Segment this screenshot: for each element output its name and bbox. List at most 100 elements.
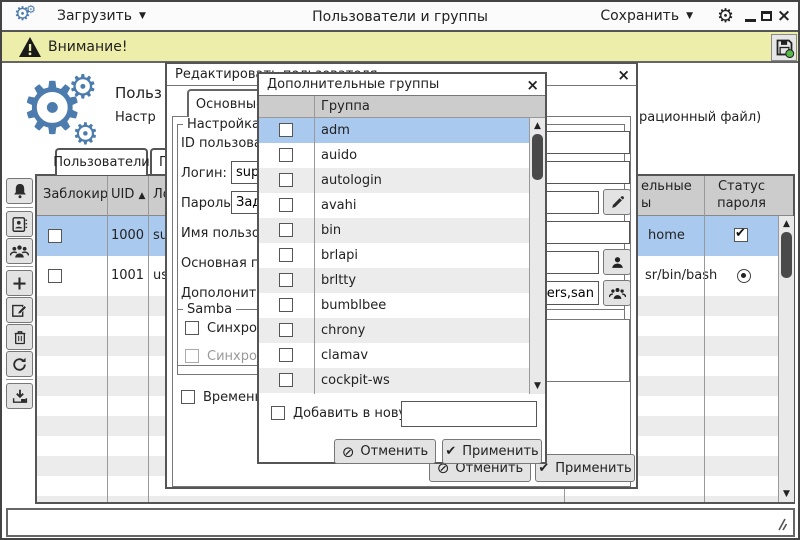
group-name: bin xyxy=(321,223,341,238)
groups-vertical-scrollbar[interactable]: ▲ ▼ xyxy=(529,118,545,394)
group-row[interactable]: autologin xyxy=(259,168,545,193)
group-checkbox[interactable] xyxy=(279,198,293,212)
resize-grip-icon[interactable] xyxy=(771,517,787,531)
settings-gear-icon[interactable]: ⚙ xyxy=(717,5,734,27)
group-row[interactable]: auido xyxy=(259,143,545,168)
group-checkbox[interactable] xyxy=(279,348,293,362)
warning-text: Внимание! xyxy=(48,39,127,55)
cell-uid: 1000 xyxy=(107,228,148,243)
group-row[interactable]: bumblbee xyxy=(259,293,545,318)
temporary-checkbox[interactable] xyxy=(181,390,195,404)
minimize-button[interactable] xyxy=(742,8,758,24)
group-row[interactable]: brlapi xyxy=(259,243,545,268)
tab-users-label: Пользователи xyxy=(53,155,150,170)
group-row[interactable]: cockpit-ws xyxy=(259,368,545,393)
save-file-button[interactable] xyxy=(771,34,797,61)
load-menu[interactable]: Загрузить ▼ xyxy=(57,8,146,24)
group-checkbox[interactable] xyxy=(279,248,293,262)
col-header-extra-groups-line1[interactable]: ельные xyxy=(641,179,692,194)
group-checkbox[interactable] xyxy=(279,298,293,312)
group-row[interactable]: clamav xyxy=(259,343,545,368)
edit-apply-button[interactable]: ✔ Применить xyxy=(535,454,635,482)
group-name: chrony xyxy=(321,323,365,338)
group-checkbox[interactable] xyxy=(279,323,293,337)
bell-icon xyxy=(11,182,29,200)
samba-sync-checkbox[interactable] xyxy=(185,321,199,335)
user-account-button[interactable] xyxy=(6,211,33,237)
group-row[interactable]: chrony xyxy=(259,318,545,343)
col-header-status-line1[interactable]: Статус xyxy=(704,179,779,194)
edit-pencil-icon xyxy=(11,302,28,319)
app-logo-gear-icon: ⚙ xyxy=(68,70,98,103)
additional-groups-dialog: Дополнительные группы × Группа admauidoa… xyxy=(257,72,547,464)
scroll-down-icon[interactable]: ▼ xyxy=(779,489,794,499)
table-vertical-scrollbar[interactable]: ▲ ▼ xyxy=(778,216,794,502)
warning-triangle-icon xyxy=(18,36,42,58)
cell-path-fragment: home xyxy=(648,228,685,243)
group-name: autologin xyxy=(321,173,382,188)
row-checkbox[interactable] xyxy=(48,269,62,283)
close-icon[interactable]: × xyxy=(526,76,539,94)
cell-path-fragment: sr/bin/bash xyxy=(645,268,717,283)
add-user-button[interactable] xyxy=(6,270,33,296)
password-status-checked[interactable]: ✔ xyxy=(734,228,748,242)
download-icon xyxy=(11,388,29,405)
scrollbar-thumb[interactable] xyxy=(532,134,543,180)
app-window: ⚙⚙ Загрузить ▼ Пользователи и группы Сох… xyxy=(0,0,800,540)
group-checkbox[interactable] xyxy=(279,173,293,187)
refresh-button[interactable] xyxy=(6,351,33,377)
close-icon: × xyxy=(777,8,791,25)
group-row[interactable]: bin xyxy=(259,218,545,243)
groups-dialog-titlebar: Дополнительные группы × xyxy=(259,74,545,96)
group-checkbox[interactable] xyxy=(279,273,293,287)
delete-user-button[interactable] xyxy=(6,324,33,350)
close-button[interactable]: × xyxy=(776,8,792,24)
groups-apply-button[interactable]: ✔ Применить xyxy=(442,439,542,464)
maximize-button[interactable] xyxy=(758,8,774,24)
edit-password-button[interactable] xyxy=(603,189,631,215)
group-name: brltty xyxy=(321,273,356,288)
scroll-down-icon[interactable]: ▼ xyxy=(530,381,545,391)
col-header-locked[interactable]: Заблокир xyxy=(43,187,108,202)
person-icon xyxy=(610,255,625,270)
close-icon[interactable]: × xyxy=(617,66,630,84)
add-new-group-input[interactable] xyxy=(401,401,537,427)
group-row[interactable]: avahi xyxy=(259,193,545,218)
groups-dialog-title: Дополнительные группы xyxy=(267,77,439,92)
group-checkbox[interactable] xyxy=(279,123,293,137)
password-status-radio[interactable] xyxy=(737,269,751,283)
col-header-uid[interactable]: UID ▲ xyxy=(111,187,145,202)
pick-extra-groups-button[interactable] xyxy=(603,280,631,306)
toolbar-separator xyxy=(6,207,33,208)
pick-main-group-button[interactable] xyxy=(603,249,631,275)
groups-cancel-button[interactable]: ⊘ Отменить xyxy=(334,439,436,464)
toolbar-separator xyxy=(6,266,33,267)
group-row[interactable]: brltty xyxy=(259,268,545,293)
notifications-button[interactable] xyxy=(6,178,33,204)
group-list: admauido autologin avahi bin brlapi brltty bum… xyxy=(259,118,545,393)
page-title-fragment: Польз xyxy=(115,84,162,102)
group-row[interactable]: adm xyxy=(259,118,545,143)
tab-users[interactable]: Пользователи xyxy=(55,148,148,175)
check-icon: ✔ xyxy=(445,444,456,459)
scroll-up-icon[interactable]: ▲ xyxy=(779,219,794,229)
group-checkbox[interactable] xyxy=(279,148,293,162)
cancel-icon: ⊘ xyxy=(342,443,355,461)
login-label: Логин: xyxy=(181,166,227,181)
group-column-header: Группа xyxy=(321,99,370,114)
scrollbar-thumb[interactable] xyxy=(781,232,792,278)
scroll-up-icon[interactable]: ▲ xyxy=(530,121,545,131)
save-menu[interactable]: Сохранить ▼ xyxy=(600,8,693,24)
floppy-save-icon xyxy=(774,37,795,58)
col-header-extra-groups-line2[interactable]: ы xyxy=(641,196,651,211)
col-header-status-line2[interactable]: пароля xyxy=(704,196,779,211)
plus-icon xyxy=(11,275,28,292)
install-download-button[interactable] xyxy=(6,383,33,409)
groups-button[interactable] xyxy=(6,238,33,264)
edit-user-button[interactable] xyxy=(6,297,33,323)
chevron-down-icon: ▼ xyxy=(139,11,146,21)
row-checkbox[interactable] xyxy=(48,229,62,243)
group-checkbox[interactable] xyxy=(279,373,293,387)
group-checkbox[interactable] xyxy=(279,223,293,237)
add-new-group-checkbox[interactable] xyxy=(271,406,285,420)
